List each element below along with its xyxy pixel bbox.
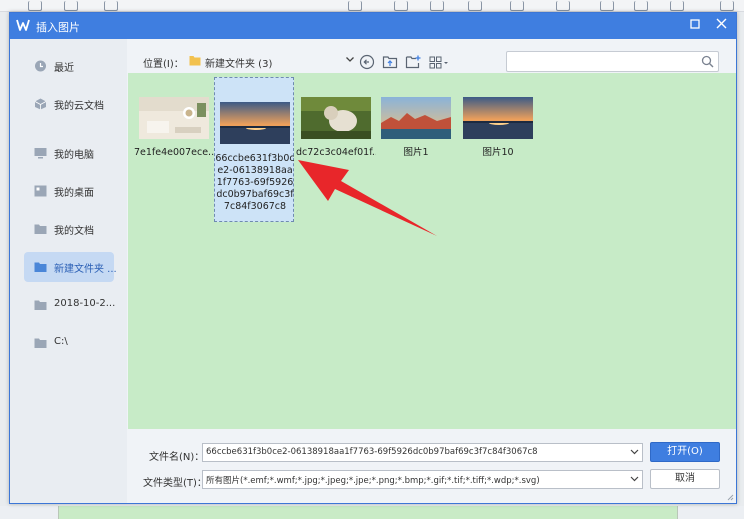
- sidebar-item-desktop[interactable]: 我的桌面: [24, 176, 114, 206]
- resize-grip-icon[interactable]: [726, 493, 734, 501]
- chevron-down-icon: [346, 57, 354, 62]
- search-icon: [701, 55, 714, 68]
- toolbar-icon: [28, 1, 42, 11]
- location-label: 位置(I)：: [143, 59, 184, 70]
- file-item[interactable]: 7e1fe4e007ece...: [134, 93, 214, 173]
- toolbar-icon: [510, 1, 524, 11]
- folder-icon: [34, 224, 47, 234]
- dialog-title: 插入图片: [36, 21, 80, 34]
- filetype-select[interactable]: 所有图片(*.emf;*.wmf;*.jpg;*.jpeg;*.jpe;*.pn…: [202, 470, 643, 489]
- up-folder-button[interactable]: [382, 54, 398, 70]
- file-name: 图片10: [482, 147, 514, 158]
- sidebar-item-new-folder[interactable]: 新建文件夹 ...: [24, 252, 117, 282]
- desktop-icon: [34, 185, 47, 197]
- sidebar-item-label: 新建文件夹 ...: [54, 264, 117, 275]
- sidebar-item-recent[interactable]: 最近: [24, 51, 114, 81]
- sidebar-item-label: 2018-10-2...: [54, 298, 116, 309]
- sidebar-item-2018-folder[interactable]: 2018-10-2...: [24, 290, 116, 320]
- current-path: 新建文件夹 (3): [205, 59, 273, 70]
- maximize-button[interactable]: [686, 17, 704, 35]
- document-page: [58, 506, 678, 519]
- title-bar: 插入图片: [10, 13, 736, 39]
- sidebar-item-label: C:\: [54, 336, 68, 347]
- toolbar-icon: [394, 1, 408, 11]
- search-input[interactable]: [506, 51, 719, 72]
- background-toolbar: [0, 0, 744, 12]
- image-thumbnail: [463, 97, 533, 139]
- folder-icon: [189, 56, 201, 66]
- up-folder-icon: [382, 56, 398, 69]
- computer-icon: [34, 148, 47, 159]
- sidebar-item-label: 我的文档: [54, 226, 94, 237]
- file-name: 66ccbe631f3b0ce2-06138918aa1f7763-69f592…: [215, 153, 295, 212]
- file-item[interactable]: 图片1: [376, 93, 456, 173]
- toolbar-icon: [600, 1, 614, 11]
- folder-icon: [34, 300, 47, 310]
- sidebar-item-cloud-docs[interactable]: 我的云文档: [24, 89, 114, 119]
- insert-picture-dialog: 插入图片 最近 我的云文档 我的电脑 我的桌面 我的文档 新建文件夹 ... 2…: [9, 12, 737, 504]
- file-name: dc72c3c04ef01f...: [296, 147, 376, 158]
- filename-label: 文件名(N)：: [149, 452, 205, 463]
- new-folder-icon: [405, 55, 421, 69]
- sidebar-item-label: 我的云文档: [54, 101, 104, 112]
- location-dropdown[interactable]: 新建文件夹 (3): [187, 52, 355, 72]
- file-name: 7e1fe4e007ece...: [134, 147, 214, 158]
- file-name: 图片1: [403, 147, 429, 158]
- wps-logo-icon: [16, 19, 30, 31]
- toolbar-icon: [348, 1, 362, 11]
- chevron-down-icon: [630, 449, 639, 455]
- folder-icon: [34, 338, 47, 348]
- sidebar-item-my-computer[interactable]: 我的电脑: [24, 138, 114, 168]
- back-icon: [359, 54, 375, 70]
- filetype-value: 所有图片(*.emf;*.wmf;*.jpg;*.jpeg;*.jpe;*.pn…: [206, 476, 540, 486]
- close-button[interactable]: [712, 17, 730, 35]
- image-thumbnail: [301, 97, 371, 139]
- sidebar-item-documents[interactable]: 我的文档: [24, 214, 114, 244]
- view-mode-button[interactable]: [428, 54, 450, 70]
- sidebar-item-label: 我的电脑: [54, 150, 94, 161]
- filename-value: 66ccbe631f3b0ce2-06138918aa1f7763-69f592…: [206, 447, 538, 457]
- close-icon: [716, 18, 726, 29]
- maximize-icon: [690, 19, 700, 29]
- toolbar-icon: [430, 1, 444, 11]
- back-button[interactable]: [359, 54, 375, 70]
- toolbar-icon: [670, 1, 684, 11]
- file-item[interactable]: dc72c3c04ef01f...: [296, 93, 376, 173]
- file-item[interactable]: 图片10: [458, 93, 538, 173]
- chevron-down-icon: [630, 476, 639, 482]
- image-thumbnail: [139, 97, 209, 139]
- sidebar-item-label: 我的桌面: [54, 188, 94, 199]
- filetype-label: 文件类型(T)：: [143, 478, 207, 489]
- folder-icon: [34, 262, 47, 272]
- filename-field[interactable]: 66ccbe631f3b0ce2-06138918aa1f7763-69f592…: [202, 443, 643, 462]
- cloud-cube-icon: [34, 98, 47, 110]
- cancel-button[interactable]: 取消: [650, 469, 720, 489]
- toolbar-icon: [634, 1, 648, 11]
- toolbar-icon: [104, 1, 118, 11]
- toolbar-icon: [556, 1, 570, 11]
- image-thumbnail: [381, 97, 451, 139]
- background-document: [0, 506, 744, 519]
- places-sidebar: 最近 我的云文档 我的电脑 我的桌面 我的文档 新建文件夹 ... 2018-1…: [10, 39, 127, 503]
- sidebar-item-c-drive[interactable]: C:\: [24, 328, 114, 358]
- toolbar-icon: [720, 1, 734, 11]
- sidebar-item-label: 最近: [54, 63, 74, 74]
- view-mode-icon: [429, 56, 448, 69]
- file-list[interactable]: 7e1fe4e007ece... 66ccbe631f3b0ce2-061389…: [128, 73, 736, 429]
- toolbar-icon: [468, 1, 482, 11]
- toolbar-icon: [64, 1, 78, 11]
- open-button[interactable]: 打开(O): [650, 442, 720, 462]
- new-folder-button[interactable]: [405, 54, 421, 70]
- image-thumbnail: [220, 102, 290, 144]
- clock-icon: [35, 60, 46, 72]
- file-item-selected[interactable]: 66ccbe631f3b0ce2-06138918aa1f7763-69f592…: [214, 77, 295, 222]
